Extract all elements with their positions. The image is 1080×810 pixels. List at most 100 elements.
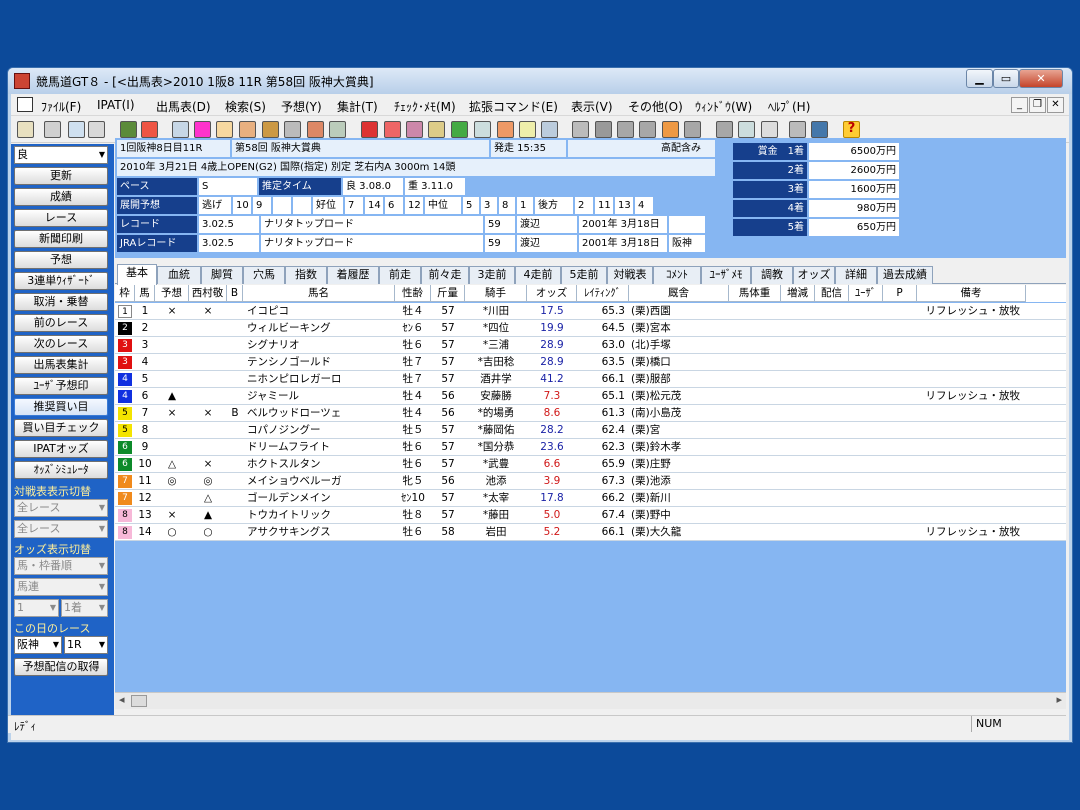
tab-details[interactable]: 詳細 bbox=[835, 266, 877, 284]
tab-fifth-last-race[interactable]: 5走前 bbox=[561, 266, 607, 284]
table-row[interactable]: 8 14 ○ ○ アサクサキングス 牡６ 58 岩田 5.2 66.1 (栗)大久龍 リフレッシュ・放… bbox=[115, 524, 1066, 541]
jockey-icon[interactable] bbox=[141, 121, 158, 138]
table-row[interactable]: 5 7 × × B ベルウッドローツェ 牡４ 56 *的場勇 8.6 61.3 (南)小島茂 bbox=[115, 405, 1066, 422]
chart-icon[interactable] bbox=[497, 121, 514, 138]
find-icon[interactable] bbox=[541, 121, 558, 138]
tab-past-results[interactable]: 過去成績 bbox=[877, 266, 933, 284]
race-button[interactable]: レース bbox=[14, 209, 108, 227]
refresh-icon[interactable] bbox=[451, 121, 468, 138]
menu-race-card[interactable]: 出馬表(D) bbox=[156, 98, 211, 115]
column-header-user[interactable]: ﾕｰｻﾞ bbox=[849, 285, 883, 302]
menu-help[interactable]: ﾍﾙﾌﾟ(H) bbox=[768, 98, 810, 115]
user-mark-button[interactable]: ﾕｰｻﾞ予想印 bbox=[14, 377, 108, 395]
table-row[interactable]: 3 4 テンシノゴールド 牡７ 57 *吉田稔 28.9 63.5 (栗)橋口 bbox=[115, 354, 1066, 371]
sheet-icon[interactable] bbox=[738, 121, 755, 138]
column-header-body-weight[interactable]: 馬体重 bbox=[729, 285, 781, 302]
cancel-icon[interactable] bbox=[361, 121, 378, 138]
table-row[interactable]: 5 8 コパノジングー 牡５ 57 *藤岡佑 28.2 62.4 (栗)宮 bbox=[115, 422, 1066, 439]
mdi-minimize-button[interactable]: _ bbox=[1011, 97, 1028, 113]
menu-prediction[interactable]: 予想(Y) bbox=[281, 98, 322, 115]
tab-training[interactable]: 調教 bbox=[751, 266, 793, 284]
scratch-change-button[interactable]: 取消・乗替 bbox=[14, 293, 108, 311]
column-header-prediction-mark[interactable]: 予想 bbox=[155, 285, 189, 302]
menu-stats[interactable]: 集計(T) bbox=[337, 98, 378, 115]
tab-third-last-race[interactable]: 3走前 bbox=[469, 266, 515, 284]
newspaper-print-button[interactable]: 新聞印刷 bbox=[14, 230, 108, 248]
maximize-button[interactable]: ▭ bbox=[993, 69, 1019, 88]
monitor-icon[interactable] bbox=[811, 121, 828, 138]
column-header-rating[interactable]: ﾚｲﾃｨﾝｸﾞ bbox=[577, 285, 629, 302]
track-condition-select[interactable]: 良 ▼ bbox=[14, 146, 108, 164]
recommended-bets-button[interactable]: 推奨買い目 bbox=[14, 398, 108, 416]
scratch-icon[interactable] bbox=[384, 121, 401, 138]
menu-window[interactable]: ｳｨﾝﾄﾞｳ(W) bbox=[695, 98, 752, 115]
table-row[interactable]: 4 6 ▲ ジャミール 牡４ 56 安藤勝 7.3 65.1 (栗)松元茂 リフレッシュ・放牧 bbox=[115, 388, 1066, 405]
prediction-button[interactable]: 予想 bbox=[14, 251, 108, 269]
column-header-odds[interactable]: オッズ bbox=[527, 285, 577, 302]
tab-finish-history[interactable]: 着履歴 bbox=[327, 266, 379, 284]
doc-icon[interactable] bbox=[761, 121, 778, 138]
list-icon[interactable] bbox=[88, 121, 105, 138]
menu-check-memo[interactable]: ﾁｪｯｸ･ﾒﾓ(M) bbox=[394, 98, 456, 115]
wrench-icon[interactable] bbox=[789, 121, 806, 138]
newspaper-icon[interactable] bbox=[68, 121, 85, 138]
document-icon[interactable] bbox=[17, 97, 33, 112]
column-header-nishimura-mark[interactable]: 西村敬 bbox=[189, 285, 227, 302]
column-header-distribution[interactable]: 配信 bbox=[815, 285, 849, 302]
odds-place-select[interactable]: 1着 ▼ bbox=[61, 599, 108, 617]
column-header-blinker[interactable]: B bbox=[227, 285, 243, 302]
pedigree-icon[interactable] bbox=[194, 121, 211, 138]
person-icon[interactable] bbox=[216, 121, 233, 138]
tab-last-race[interactable]: 前走 bbox=[379, 266, 421, 284]
battle-race-select-1[interactable]: 全レース ▼ bbox=[14, 499, 108, 517]
search-horse-icon[interactable] bbox=[406, 121, 423, 138]
mdi-close-button[interactable]: ✕ bbox=[1047, 97, 1064, 113]
horse-icon[interactable] bbox=[262, 121, 279, 138]
trifecta-wizard-button[interactable]: 3連単ｳｨｻﾞｰﾄﾞ bbox=[14, 272, 108, 290]
menu-file[interactable]: ﾌｧｲﾙ(F) bbox=[41, 98, 81, 115]
tab-head-to-head[interactable]: 対戦表 bbox=[607, 266, 653, 284]
column-header-note[interactable]: 備考 bbox=[917, 285, 1026, 302]
tab-user-memo[interactable]: ﾕｰｻﾞﾒﾓ bbox=[701, 266, 751, 284]
grid-icon[interactable] bbox=[572, 121, 589, 138]
fetch-prediction-button[interactable]: 予想配信の取得 bbox=[14, 658, 108, 676]
tab-basic[interactable]: 基本 bbox=[117, 264, 157, 285]
column-header-weight[interactable]: 斤量 bbox=[431, 285, 465, 302]
race-number-select[interactable]: 1R ▼ bbox=[64, 636, 108, 654]
column-header-waku[interactable]: 枠 bbox=[115, 285, 135, 302]
memo-icon[interactable] bbox=[519, 121, 536, 138]
horizontal-scrollbar[interactable]: ◂ ▸ bbox=[115, 692, 1066, 709]
tab-comment[interactable]: ｺﾒﾝﾄ bbox=[653, 266, 701, 284]
table-icon[interactable] bbox=[284, 121, 301, 138]
column-header-horse-name[interactable]: 馬名 bbox=[243, 285, 395, 302]
next-race-button[interactable]: 次のレース bbox=[14, 335, 108, 353]
table-row[interactable]: 8 13 × ▲ トウカイトリック 牡８ 57 *藤田 5.0 67.4 (栗)野中 bbox=[115, 507, 1066, 524]
column-header-p[interactable]: P bbox=[883, 285, 917, 302]
tab-pedigree[interactable]: 血統 bbox=[157, 266, 201, 284]
table-row[interactable]: 6 10 △ × ホクトスルタン 牡６ 57 *武豊 6.6 65.9 (栗)庄野 bbox=[115, 456, 1066, 473]
menu-view[interactable]: 表示(V) bbox=[571, 98, 613, 115]
zoom-icon[interactable] bbox=[474, 121, 491, 138]
table-row[interactable]: 7 12 △ ゴールデンメイン ｾﾝ10 57 *太宰 17.8 66.2 (栗)新川 bbox=[115, 490, 1066, 507]
tab-second-last-race[interactable]: 前々走 bbox=[421, 266, 469, 284]
tools-icon[interactable] bbox=[662, 121, 679, 138]
bet-check-button[interactable]: 買い目チェック bbox=[14, 419, 108, 437]
column-header-weight-change[interactable]: 増減 bbox=[781, 285, 815, 302]
scroll-left-icon[interactable]: ◂ bbox=[119, 693, 125, 706]
odds-simulator-button[interactable]: ｵｯｽﾞｼﾐｭﾚｰﾀ bbox=[14, 461, 108, 479]
help-icon[interactable]: ? bbox=[843, 121, 860, 138]
table-row[interactable]: 1 1 × × イコピコ 牡４ 57 *川田 17.5 65.3 (栗)西園 リフレッシュ・放牧 bbox=[115, 303, 1066, 320]
course-icon[interactable] bbox=[120, 121, 137, 138]
print-icon[interactable] bbox=[44, 121, 61, 138]
card-icon[interactable] bbox=[172, 121, 189, 138]
tab-dark-horse[interactable]: 穴馬 bbox=[243, 266, 285, 284]
prev-race-button[interactable]: 前のレース bbox=[14, 314, 108, 332]
race-card-stats-button[interactable]: 出馬表集計 bbox=[14, 356, 108, 374]
scroll-thumb[interactable] bbox=[131, 695, 147, 707]
tab-running-style[interactable]: 脚質 bbox=[201, 266, 243, 284]
update-button[interactable]: 更新 bbox=[14, 167, 108, 185]
odds-type-select[interactable]: 馬連 ▼ bbox=[14, 578, 108, 596]
menu-extended[interactable]: 拡張コマンド(E) bbox=[469, 98, 558, 115]
open-icon[interactable] bbox=[17, 121, 34, 138]
table-row[interactable]: 4 5 ニホンピロレガーロ 牡７ 57 酒井学 41.2 66.1 (栗)服部 bbox=[115, 371, 1066, 388]
